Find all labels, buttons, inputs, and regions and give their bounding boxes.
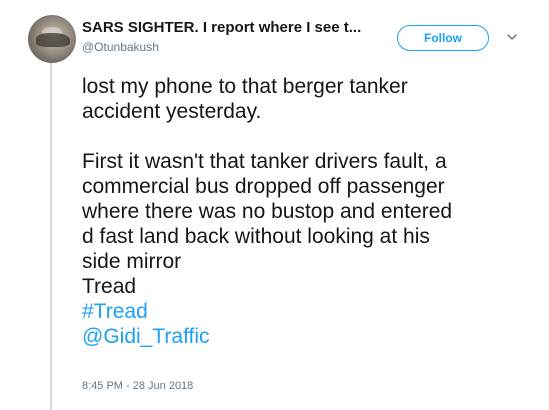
mention-link[interactable]: @Gidi_Traffic <box>82 324 527 349</box>
thread-line <box>50 62 52 410</box>
tweet-line: lost my phone to that berger tanker <box>82 75 408 98</box>
tweet-line: where there was no bustop and entered <box>82 200 453 223</box>
avatar[interactable] <box>28 15 76 63</box>
hashtag-link[interactable]: #Tread <box>82 299 527 324</box>
tweet-text: lost my phone to that berger tanker acci… <box>82 74 527 349</box>
tweet-card: SARS SIGHTER. I report where I see t... … <box>0 0 549 410</box>
author-handle[interactable]: @Otunbakush <box>82 40 159 54</box>
chevron-down-icon[interactable] <box>505 30 519 44</box>
avatar-object <box>36 33 70 47</box>
tweet-line: side mirror <box>82 250 182 273</box>
follow-button[interactable]: Follow <box>397 25 489 51</box>
author-display-name[interactable]: SARS SIGHTER. I report where I see t... <box>82 19 361 36</box>
tweet-line: commercial bus dropped off passenger <box>82 175 445 198</box>
tweet-line: d fast land back without looking at his <box>82 225 430 248</box>
tweet-line: accident yesterday. <box>82 100 262 123</box>
tweet-line: First it wasn't that tanker drivers faul… <box>82 150 447 173</box>
tweet-timestamp[interactable]: 8:45 PM - 28 Jun 2018 <box>82 380 193 392</box>
tweet-line: Tread <box>82 275 137 298</box>
